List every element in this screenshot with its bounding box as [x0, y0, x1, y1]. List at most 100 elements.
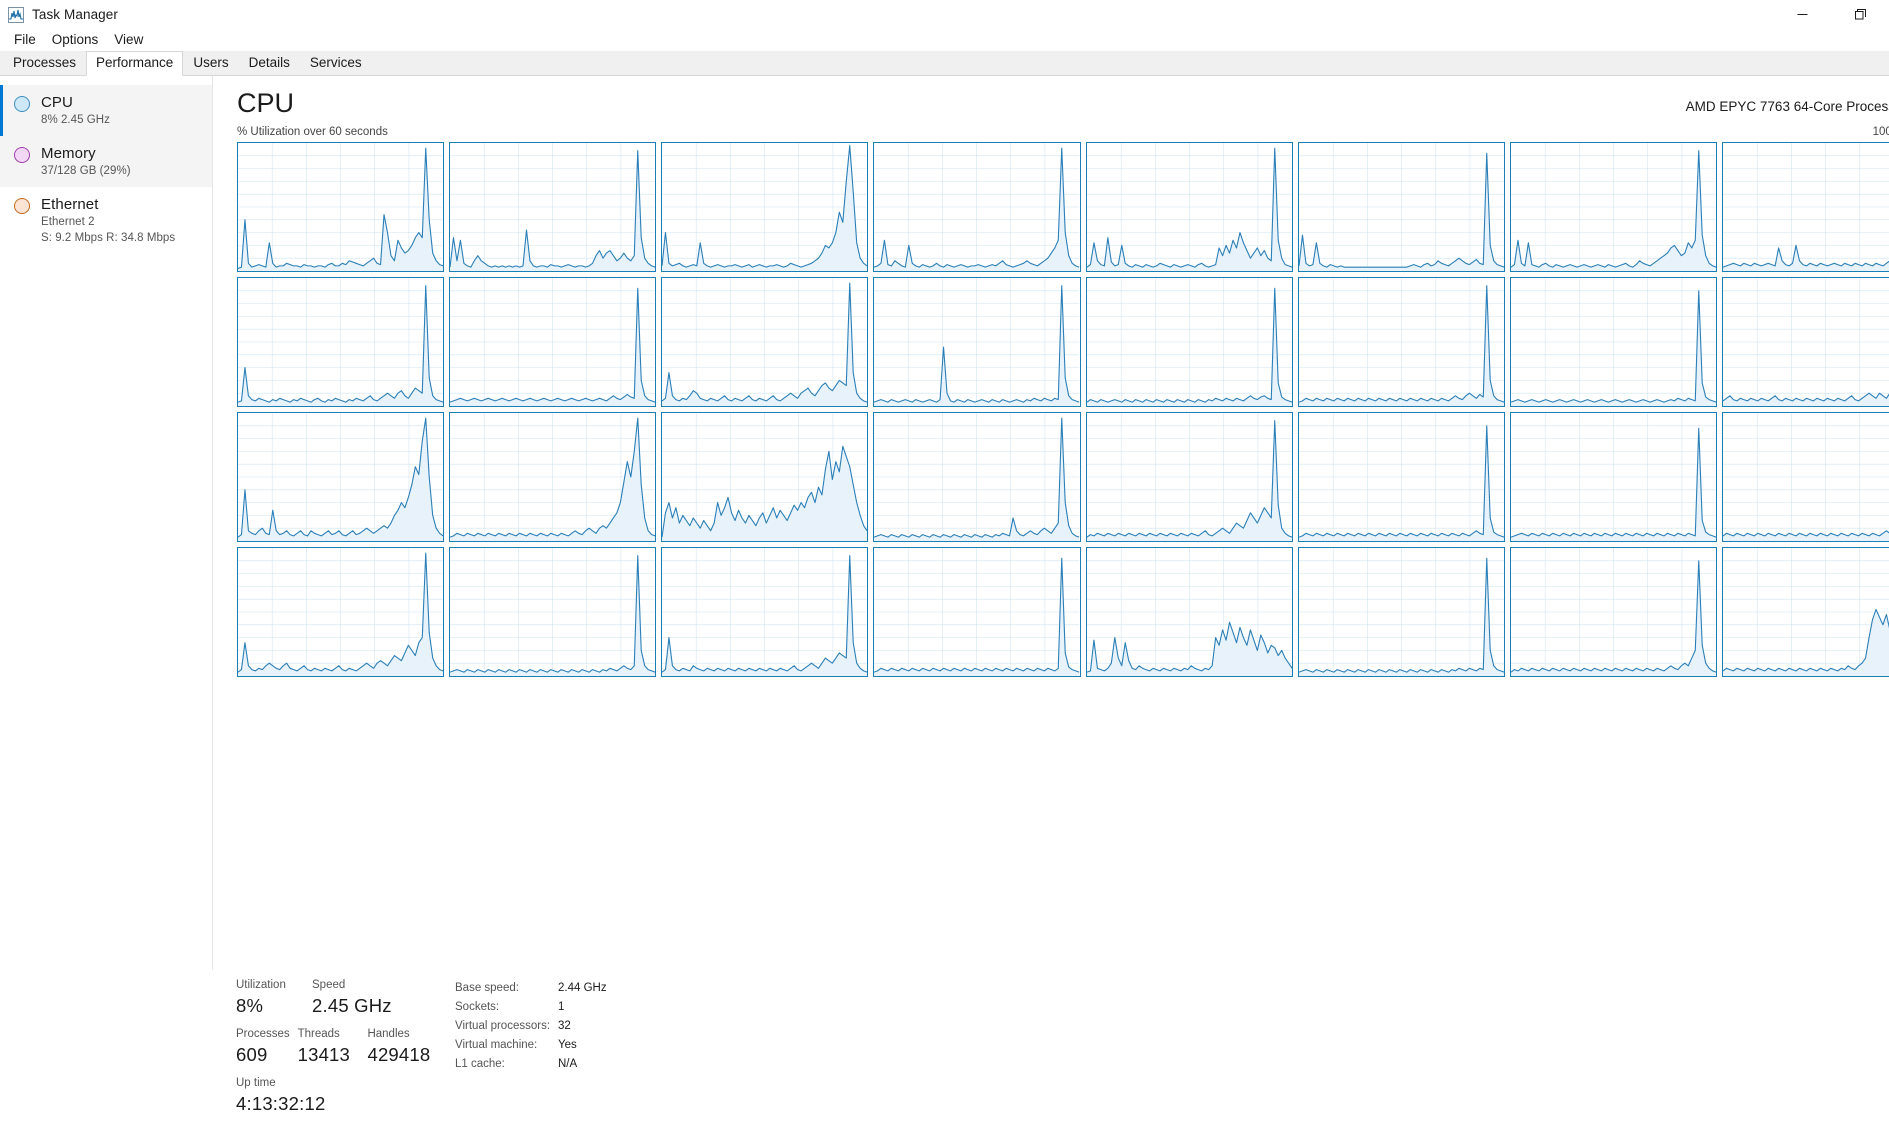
logical-processor-graph[interactable]: [237, 277, 445, 407]
logical-processor-graph[interactable]: [873, 547, 1081, 677]
axis-max-label: 100%: [1872, 126, 1889, 138]
minimize-button[interactable]: [1773, 0, 1831, 29]
uptime-label: Up time: [236, 1077, 276, 1089]
logical-processor-graph[interactable]: [1721, 142, 1889, 272]
spec-row-l1-cache: L1 cache: N/A: [455, 1055, 607, 1074]
logical-processor-graph[interactable]: [1085, 142, 1293, 272]
content-area: CPU 8% 2.45 GHz Memory 37/128 GB (29%) E…: [0, 76, 1889, 970]
tab-processes[interactable]: Processes: [3, 51, 86, 75]
spec-key: Sockets:: [455, 1001, 500, 1013]
logical-processor-graph[interactable]: [1297, 277, 1505, 407]
logical-processor-graph[interactable]: [1509, 547, 1717, 677]
logical-processor-graph[interactable]: [661, 547, 869, 677]
logical-processor-graph[interactable]: [1721, 547, 1889, 677]
handles-label: Handles: [367, 1028, 410, 1040]
maximize-button[interactable]: [1831, 0, 1889, 29]
graph-caption: % Utilization over 60 seconds: [237, 126, 388, 138]
processes-label: Processes: [236, 1028, 290, 1040]
speed-label: Speed: [312, 979, 346, 991]
logical-processor-graph[interactable]: [873, 142, 1081, 272]
cpu-detail-pane: CPU AMD EPYC 7763 64-Core Processor % Ut…: [213, 76, 1889, 970]
logical-processor-graph[interactable]: [1721, 412, 1889, 542]
sidebar-item-cpu-label: CPU: [41, 94, 73, 111]
handles-value: 429418: [367, 1044, 431, 1065]
logical-processor-graph[interactable]: [449, 547, 657, 677]
spec-key: L1 cache:: [455, 1058, 505, 1070]
spec-value: Yes: [558, 1039, 577, 1051]
logical-processor-graph[interactable]: [1509, 142, 1717, 272]
sidebar-item-ethernet-label: Ethernet: [41, 196, 99, 213]
logical-processor-graph[interactable]: [1297, 412, 1505, 542]
cpu-thumbnail-icon: [14, 96, 30, 112]
logical-processor-graph[interactable]: [661, 412, 869, 542]
logical-processor-grid: [237, 142, 1889, 677]
spec-key: Virtual machine:: [455, 1039, 538, 1051]
logical-processor-graph[interactable]: [1297, 547, 1505, 677]
sidebar-item-ethernet[interactable]: Ethernet Ethernet 2 S: 9.2 Mbps R: 34.8 …: [0, 187, 212, 254]
ethernet-thumbnail-icon: [14, 198, 30, 214]
memory-thumbnail-icon: [14, 147, 30, 163]
logical-processor-graph[interactable]: [1509, 412, 1717, 542]
sidebar-item-memory-sub: 37/128 GB (29%): [41, 165, 131, 177]
sidebar-item-memory[interactable]: Memory 37/128 GB (29%): [0, 136, 212, 187]
logical-processor-graph[interactable]: [1721, 277, 1889, 407]
logical-processor-graph[interactable]: [661, 142, 869, 272]
spec-row-virtual-machine: Virtual machine: Yes: [455, 1036, 607, 1055]
spec-value: 32: [558, 1020, 571, 1032]
utilization-value: 8%: [236, 995, 264, 1016]
logical-processor-graph[interactable]: [237, 412, 445, 542]
logical-processor-graph[interactable]: [237, 142, 445, 272]
logical-processor-graph[interactable]: [449, 142, 657, 272]
tab-services[interactable]: Services: [300, 51, 372, 75]
tab-performance[interactable]: Performance: [86, 51, 184, 76]
processor-name: AMD EPYC 7763 64-Core Processor: [1685, 99, 1889, 114]
logical-processor-graph[interactable]: [449, 412, 657, 542]
spec-key: Base speed:: [455, 982, 519, 994]
spec-row-sockets: Sockets: 1: [455, 998, 607, 1017]
logical-processor-graph[interactable]: [1297, 142, 1505, 272]
logical-processor-graph[interactable]: [237, 547, 445, 677]
cpu-stats-footer: Utilization 8% Speed 2.45 GHz Processes …: [0, 970, 1889, 1125]
performance-sidebar: CPU 8% 2.45 GHz Memory 37/128 GB (29%) E…: [0, 76, 213, 970]
cpu-spec-list: Base speed: 2.44 GHz Sockets: 1 Virtual …: [455, 977, 607, 1125]
menu-item-view[interactable]: View: [106, 30, 151, 50]
logical-processor-graph[interactable]: [449, 277, 657, 407]
menu-item-file[interactable]: File: [6, 30, 44, 50]
processes-value: 609: [236, 1044, 268, 1065]
page-title: CPU: [237, 88, 295, 118]
spec-value: N/A: [558, 1058, 578, 1070]
sidebar-item-cpu[interactable]: CPU 8% 2.45 GHz: [0, 85, 212, 136]
tab-strip: Processes Performance Users Details Serv…: [0, 51, 1889, 76]
sidebar-item-ethernet-rate: S: 9.2 Mbps R: 34.8 Mbps: [41, 232, 176, 244]
tab-users[interactable]: Users: [183, 51, 238, 75]
logical-processor-graph[interactable]: [1085, 277, 1293, 407]
sidebar-item-cpu-sub: 8% 2.45 GHz: [41, 114, 110, 126]
uptime-value: 4:13:32:12: [236, 1093, 326, 1114]
window-title: Task Manager: [32, 7, 118, 22]
spec-row-base-speed: Base speed: 2.44 GHz: [455, 979, 607, 998]
logical-processor-graph[interactable]: [873, 412, 1081, 542]
sidebar-item-ethernet-sub: Ethernet 2: [41, 216, 95, 228]
spec-value: 2.44 GHz: [558, 982, 607, 994]
logical-processor-graph[interactable]: [1085, 547, 1293, 677]
logical-processor-graph[interactable]: [1509, 277, 1717, 407]
utilization-label: Utilization: [236, 979, 286, 991]
detail-header: CPU AMD EPYC 7763 64-Core Processor: [237, 86, 1889, 120]
graph-header: % Utilization over 60 seconds 100%: [237, 122, 1889, 138]
logical-processor-graph[interactable]: [1085, 412, 1293, 542]
sidebar-item-memory-label: Memory: [41, 145, 96, 162]
cpu-stats-primary: Utilization 8% Speed 2.45 GHz Processes …: [236, 977, 441, 1125]
spec-value: 1: [558, 1001, 565, 1013]
spec-key: Virtual processors:: [455, 1020, 551, 1032]
logical-processor-graph[interactable]: [661, 277, 869, 407]
spec-row-virtual-processors: Virtual processors: 32: [455, 1017, 607, 1036]
menu-bar: File Options View: [0, 29, 1889, 51]
threads-value: 13413: [297, 1044, 351, 1065]
title-bar: Task Manager: [0, 0, 1889, 29]
tab-details[interactable]: Details: [239, 51, 300, 75]
logical-processor-graph[interactable]: [873, 277, 1081, 407]
window-controls: [1773, 0, 1889, 29]
menu-item-options[interactable]: Options: [44, 30, 107, 50]
speed-value: 2.45 GHz: [312, 995, 392, 1016]
task-manager-icon: [8, 6, 24, 23]
